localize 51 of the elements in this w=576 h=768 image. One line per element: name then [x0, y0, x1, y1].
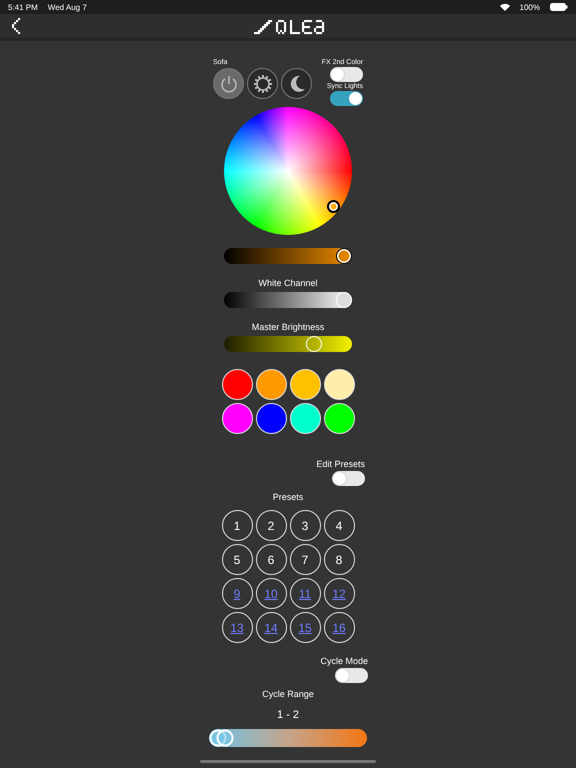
slider-label: White Channel: [258, 278, 318, 288]
status-time: 5:41 PM: [8, 2, 38, 12]
color-swatch[interactable]: [222, 403, 252, 434]
color-swatch[interactable]: [324, 369, 354, 400]
color-swatch[interactable]: [256, 403, 286, 434]
preset-button[interactable]: 2: [256, 510, 286, 541]
color-swatch[interactable]: [290, 369, 320, 400]
preset-button[interactable]: 14: [256, 612, 286, 643]
toggle-label: Edit Presets: [316, 459, 365, 469]
slider-track[interactable]: [224, 292, 352, 308]
preset-button[interactable]: 11: [290, 578, 320, 609]
toggle-switch[interactable]: [330, 67, 363, 82]
preset-button[interactable]: 7: [290, 544, 320, 575]
preset-button[interactable]: 1: [222, 510, 252, 541]
wifi-icon: [500, 3, 510, 11]
mode-button[interactable]: [247, 68, 278, 99]
range-slider[interactable]: [209, 729, 367, 747]
section-title: Presets: [272, 492, 304, 502]
color-swatch[interactable]: [290, 403, 320, 434]
battery-icon: [550, 3, 568, 11]
slider-track[interactable]: [224, 336, 352, 352]
wheel-thumb[interactable]: [327, 200, 340, 213]
preset-button[interactable]: 15: [290, 612, 320, 643]
slider-thumb[interactable]: [336, 248, 352, 264]
preset-button[interactable]: 16: [324, 612, 354, 643]
preset-button[interactable]: 13: [222, 612, 252, 643]
preset-button[interactable]: 5: [222, 544, 252, 575]
color-swatch[interactable]: [324, 403, 354, 434]
toggle-switch[interactable]: [330, 91, 363, 106]
preset-button[interactable]: 6: [256, 544, 286, 575]
preset-button[interactable]: 10: [256, 578, 286, 609]
gear-icon: [252, 72, 274, 94]
toggle-switch[interactable]: [335, 668, 368, 683]
preset-button[interactable]: 4: [324, 510, 354, 541]
preset-button[interactable]: 3: [290, 510, 320, 541]
battery-percentage: 100%: [520, 2, 540, 12]
power-icon: [218, 74, 238, 94]
mode-button[interactable]: [213, 68, 244, 99]
color-swatch[interactable]: [222, 369, 252, 400]
toggle-label: Cycle Mode: [320, 656, 368, 666]
preset-button[interactable]: 8: [324, 544, 354, 575]
preset-button[interactable]: 9: [222, 578, 252, 609]
range-value: 1 - 2: [276, 709, 299, 721]
slider-track[interactable]: [224, 248, 352, 264]
preset-button[interactable]: 12: [324, 578, 354, 609]
section-title: Cycle Range: [262, 689, 314, 699]
mode-button[interactable]: [281, 68, 312, 99]
slider-label: Master Brightness: [252, 322, 324, 332]
status-date: Wed Aug 7: [48, 2, 87, 12]
toggle-switch[interactable]: [332, 471, 365, 486]
color-swatch[interactable]: [256, 369, 286, 400]
